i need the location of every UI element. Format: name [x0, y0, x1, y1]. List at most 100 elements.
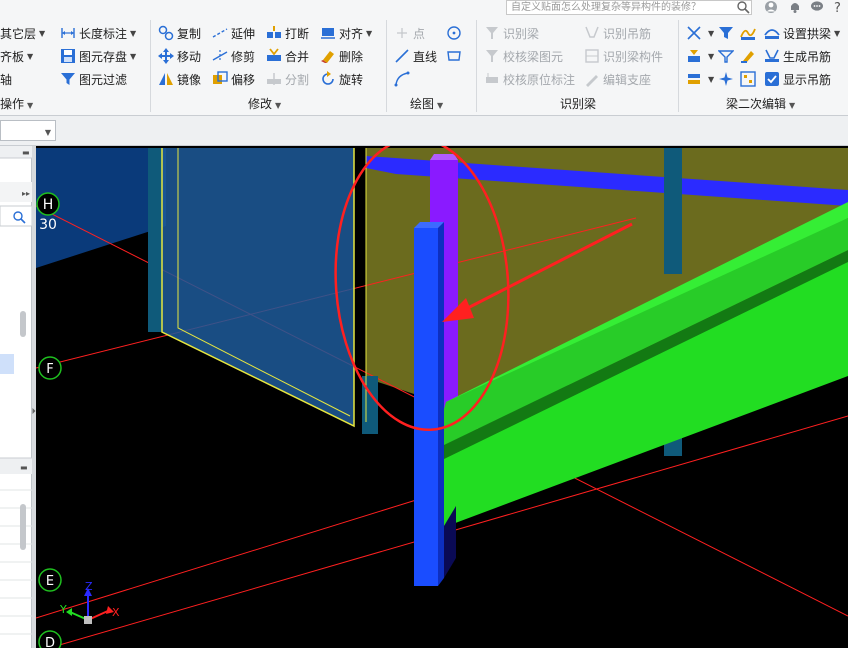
- identify-beam-component-button[interactable]: 识别梁构件: [584, 45, 663, 67]
- extend-button[interactable]: 延伸: [212, 22, 255, 44]
- beam-funnel-icon: [717, 48, 735, 64]
- generate-hanger-icon: [764, 48, 780, 64]
- beam-tool-9-button[interactable]: [740, 68, 759, 90]
- beam-tool-7-button[interactable]: ▼: [686, 68, 714, 90]
- axis-label-h: H: [43, 197, 54, 213]
- merge-button[interactable]: 合并: [266, 45, 309, 67]
- chevron-down-icon: ▼: [708, 28, 715, 38]
- svg-text:?: ?: [834, 1, 841, 14]
- length-dimension-button[interactable]: 长度标注 ▼: [60, 22, 136, 44]
- axis-bubble-f[interactable]: F: [38, 356, 62, 380]
- check-in-situ-annotation-button[interactable]: 校核原位标注: [484, 68, 575, 90]
- chevron-down-icon: ▼: [366, 28, 373, 38]
- axis-button[interactable]: 轴: [0, 68, 12, 90]
- axis-bubble-e[interactable]: E: [38, 568, 62, 592]
- identify-beam-button[interactable]: 识别梁: [484, 22, 539, 44]
- beam-tool-2-button[interactable]: [718, 22, 737, 44]
- line-icon: [394, 48, 410, 64]
- point-icon: [394, 25, 410, 41]
- mirror-button[interactable]: 镜像: [158, 68, 201, 90]
- axis-bubble-d[interactable]: D: [38, 630, 62, 648]
- top-strip: 自定义贴面怎么处理复杂等异构件的装修？ ?: [506, 0, 848, 16]
- ribbon-group-general2: 长度标注 ▼ 图元存盘 ▼ 图元过滤: [56, 18, 148, 116]
- dark-column-right[interactable]: [664, 148, 682, 274]
- ribbon-group-general: 其它层 ▼ 齐板 ▼ 轴 操作 ▼: [0, 18, 52, 116]
- element-save-button[interactable]: 图元存盘 ▼: [60, 45, 136, 67]
- help-search-input[interactable]: 自定义贴面怎么处理复杂等异构件的装修？: [506, 0, 752, 15]
- set-arch-beam-button[interactable]: 设置拱梁 ▼: [764, 22, 840, 44]
- edit-support-button[interactable]: 编辑支座: [584, 68, 651, 90]
- beam-filter-icon: [718, 25, 734, 41]
- ribbon-separator: [678, 20, 679, 112]
- rotate-button[interactable]: 旋转: [320, 68, 363, 90]
- bell-icon[interactable]: [788, 0, 802, 14]
- chevron-down-icon: ▼: [275, 101, 282, 110]
- rotate-icon: [320, 71, 336, 87]
- ribbon-group-beam-edit: ▼ 设置拱梁 ▼ ▼ 生成吊筋 ▼ 显示吊筋 梁二次编辑 ▼: [682, 18, 848, 116]
- line-button[interactable]: 直线: [394, 45, 437, 67]
- generate-hanger-button[interactable]: 生成吊筋: [764, 45, 831, 67]
- ribbon-group-modify: 复制 延伸 打断 对齐 ▼ 移动 修剪 合并 删除 镜像 偏移 分割 旋转 修改…: [154, 18, 384, 116]
- circle-icon: [446, 25, 462, 41]
- blue-column[interactable]: [414, 228, 438, 586]
- chevron-down-icon: ▼: [39, 28, 46, 38]
- chevron-down-icon: ▼: [834, 28, 841, 38]
- gizmo-z-label: Z: [85, 580, 93, 593]
- group-label-modify: 修改 ▼: [248, 97, 282, 111]
- hanger-icon: [584, 25, 600, 41]
- axis-label-f: F: [46, 362, 53, 377]
- offset-button[interactable]: 偏移: [212, 68, 255, 90]
- move-icon: [158, 48, 174, 64]
- chevron-down-icon: ▼: [708, 51, 715, 61]
- beam-tool-3-button[interactable]: [740, 22, 759, 44]
- beam-tool-4-button[interactable]: ▼: [686, 45, 714, 67]
- axis-bubble-h[interactable]: H: [36, 192, 60, 216]
- svg-text:▬: ▬: [22, 148, 30, 157]
- axis-label-e: E: [46, 574, 54, 589]
- show-hanger-checkbox[interactable]: 显示吊筋: [764, 68, 831, 90]
- dark-column-left[interactable]: [148, 148, 162, 332]
- eraser-icon: [320, 48, 336, 64]
- identify-hanger-button[interactable]: 识别吊筋: [584, 22, 651, 44]
- copy-button[interactable]: 复制: [158, 22, 201, 44]
- glass-panel[interactable]: [162, 148, 354, 426]
- user-icon[interactable]: [764, 0, 778, 14]
- group-label-operate: 操作 ▼: [0, 97, 34, 111]
- beam-tool-5-button[interactable]: [717, 45, 737, 67]
- axis-label-d: D: [45, 636, 55, 648]
- trim-icon: [212, 48, 228, 64]
- beam-layers-icon: [686, 71, 702, 87]
- floor-select[interactable]: ▼: [0, 120, 56, 141]
- group-label-identify-beam: 识别梁: [560, 97, 597, 111]
- beam-tool-8-button[interactable]: [718, 68, 737, 90]
- ribbon-toolbar: 自定义贴面怎么处理复杂等异构件的装修？ ? 其它层▼ 齐板▼ 轴 操作▼: [0, 0, 848, 116]
- delete-button[interactable]: 删除: [320, 45, 363, 67]
- offset-icon: [212, 71, 228, 87]
- filter-icon: [60, 71, 76, 87]
- rectangle-draw-button[interactable]: [446, 45, 465, 67]
- checkbox-checked-icon: [764, 71, 780, 87]
- chevron-down-icon: ▼: [130, 51, 137, 61]
- split-button[interactable]: 分割: [266, 68, 309, 90]
- move-button[interactable]: 移动: [158, 45, 201, 67]
- rectangle-icon: [446, 48, 462, 64]
- point-button[interactable]: 点: [394, 22, 425, 44]
- search-icon[interactable]: [736, 0, 750, 14]
- circle-draw-button[interactable]: [446, 22, 465, 44]
- chat-icon[interactable]: [810, 0, 824, 14]
- beam-tool-1-button[interactable]: ▼: [686, 22, 714, 44]
- 3d-viewport[interactable]: H 30 F E D Z Y X: [36, 146, 848, 648]
- break-button[interactable]: 打断: [266, 22, 309, 44]
- align-slab-button[interactable]: 齐板 ▼: [0, 45, 33, 67]
- beam-edit-icon: [740, 48, 756, 64]
- coordinate-gizmo: Z Y X: [59, 580, 120, 624]
- align-button[interactable]: 对齐 ▼: [320, 22, 372, 44]
- trim-button[interactable]: 修剪: [212, 45, 255, 67]
- check-beam-element-button[interactable]: 校核梁图元: [484, 45, 563, 67]
- other-layer-button[interactable]: 其它层 ▼: [0, 22, 45, 44]
- element-filter-button[interactable]: 图元过滤: [60, 68, 127, 90]
- arc-draw-button[interactable]: [394, 68, 413, 90]
- help-icon[interactable]: ?: [832, 0, 846, 16]
- check-beam-icon: [484, 48, 500, 64]
- beam-tool-6-button[interactable]: [740, 45, 759, 67]
